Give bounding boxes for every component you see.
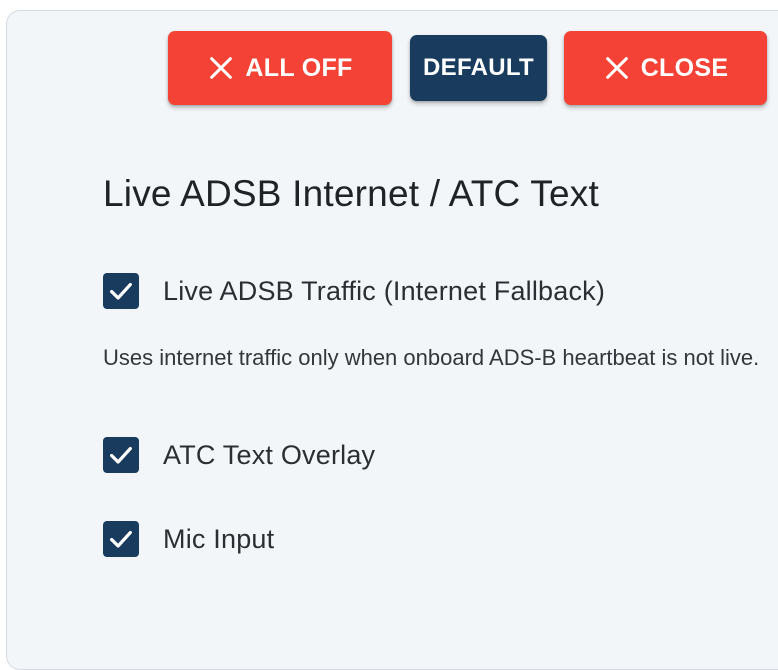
all-off-button[interactable]: ALL OFF [168, 31, 392, 105]
atc-text-overlay-label: ATC Text Overlay [163, 439, 376, 470]
close-icon [207, 54, 235, 82]
live-adsb-traffic-option[interactable]: Live ADSB Traffic (Internet Fallback) [103, 273, 605, 309]
settings-panel: ALL OFF DEFAULT CLOSE Live ADSB Internet… [6, 10, 778, 670]
live-adsb-traffic-checkbox[interactable] [103, 273, 139, 309]
checkmark-icon [110, 282, 132, 300]
toolbar: ALL OFF DEFAULT CLOSE [7, 31, 778, 111]
helper-text: Uses internet traffic only when onboard … [103, 345, 760, 370]
mic-input-checkbox[interactable] [103, 521, 139, 557]
live-adsb-traffic-label: Live ADSB Traffic (Internet Fallback) [163, 275, 606, 306]
close-button[interactable]: CLOSE [564, 31, 767, 105]
close-label: CLOSE [640, 53, 729, 82]
default-button[interactable]: DEFAULT [410, 35, 547, 101]
all-off-label: ALL OFF [245, 53, 353, 82]
checkmark-icon [110, 446, 132, 464]
default-label: DEFAULT [423, 54, 534, 81]
atc-text-overlay-option[interactable]: ATC Text Overlay [103, 437, 375, 473]
mic-input-option[interactable]: Mic Input [103, 521, 274, 557]
mic-input-label: Mic Input [163, 523, 275, 554]
checkmark-icon [110, 530, 132, 548]
section-title: Live ADSB Internet / ATC Text [103, 173, 599, 214]
atc-text-overlay-checkbox[interactable] [103, 437, 139, 473]
close-icon [603, 54, 631, 82]
